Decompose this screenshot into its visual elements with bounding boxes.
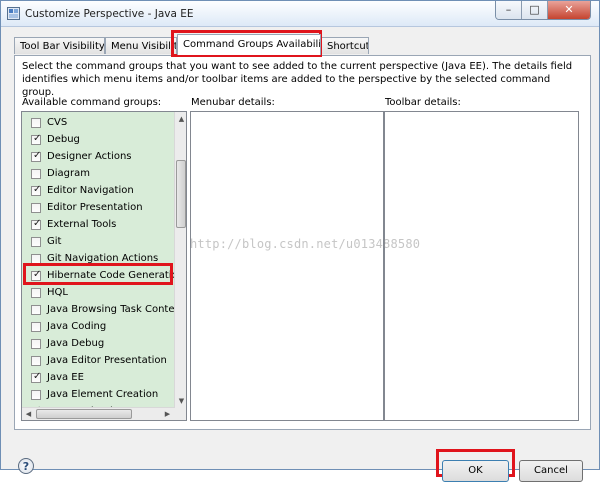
list-item[interactable]: ✓ Debug	[22, 132, 174, 149]
window-title: Customize Perspective - Java EE	[25, 8, 194, 20]
list-item-label: Editor Navigation	[47, 185, 134, 196]
list-item[interactable]: Java Coding	[22, 319, 174, 336]
help-icon[interactable]: ?	[18, 458, 34, 474]
tab-command-groups-availability[interactable]: Command Groups Availability	[177, 34, 321, 55]
vertical-scrollbar[interactable]: ▲ ▼	[174, 112, 186, 408]
list-item[interactable]: ✓ External Tools	[22, 217, 174, 234]
list-item-label: Java Editor Presentation	[47, 355, 167, 366]
checkmark-icon: ✓	[33, 133, 42, 144]
scroll-down-arrow-icon[interactable]: ▼	[175, 394, 186, 408]
list-item[interactable]: ✓ Editor Navigation	[22, 183, 174, 200]
list-item-label: Java Browsing Task Context	[47, 304, 185, 315]
list-item-label: Diagram	[47, 168, 90, 179]
checked-checkbox[interactable]: ✓	[31, 218, 42, 230]
eclipse-app-icon	[7, 7, 20, 20]
list-item[interactable]: HQL	[22, 285, 174, 302]
horizontal-scrollbar[interactable]: ◀ ▶	[22, 407, 174, 420]
unchecked-checkbox[interactable]	[31, 390, 41, 400]
list-item-label: Java EE	[47, 372, 84, 383]
scrollbar-corner	[174, 408, 186, 420]
tab-label: Shortcuts	[327, 41, 368, 52]
checkmark-icon: ✓	[33, 371, 42, 382]
list-item[interactable]: Java Element Creation	[22, 387, 174, 404]
list-item-label: Debug	[47, 134, 80, 145]
window-controls: – □ ✕	[495, 1, 591, 20]
list-item-label: External Tools	[47, 219, 117, 230]
watermark: http://blog.csdn.net/u013488580	[190, 237, 421, 251]
checked-checkbox[interactable]: ✓	[31, 150, 42, 162]
description-text: Select the command groups that you want …	[22, 61, 573, 98]
list-item-label: Java Coding	[47, 321, 107, 332]
tab-label: Tool Bar Visibility	[20, 41, 105, 52]
unchecked-checkbox[interactable]	[31, 356, 41, 366]
ok-button[interactable]: OK	[442, 460, 509, 482]
minimize-button[interactable]: –	[496, 1, 522, 19]
scroll-right-arrow-icon[interactable]: ▶	[161, 408, 174, 420]
close-icon: ✕	[564, 3, 574, 16]
customize-perspective-dialog: Customize Perspective - Java EE – □ ✕ To…	[0, 0, 600, 482]
menubar-details-pane[interactable]	[190, 111, 384, 421]
list-item[interactable]: Editor Presentation	[22, 200, 174, 217]
menubar-details-label: Menubar details:	[191, 97, 275, 108]
restore-button[interactable]: □	[522, 1, 548, 19]
unchecked-checkbox[interactable]	[31, 169, 41, 179]
tab-menu-visibility[interactable]: Menu Visibility	[105, 37, 177, 54]
list-item[interactable]: ✓ Designer Actions	[22, 149, 174, 166]
list-item[interactable]: Java Browsing Task Context	[22, 302, 184, 319]
list-item[interactable]: Git	[22, 234, 174, 251]
unchecked-checkbox[interactable]	[31, 118, 41, 128]
list-item-label: Editor Presentation	[47, 202, 143, 213]
checked-checkbox[interactable]: ✓	[31, 184, 42, 196]
toolbar-details-label: Toolbar details:	[385, 97, 461, 108]
unchecked-checkbox[interactable]	[31, 288, 41, 298]
list-item-label: Designer Actions	[47, 151, 132, 162]
list-item[interactable]: Java Editor Presentation	[22, 353, 174, 370]
tab-label: Command Groups Availability	[183, 39, 321, 50]
scroll-left-arrow-icon[interactable]: ◀	[22, 408, 35, 420]
minimize-icon: –	[505, 3, 512, 16]
checked-checkbox[interactable]: ✓	[31, 371, 42, 383]
list-item[interactable]: Java Debug	[22, 336, 174, 353]
checkmark-icon: ✓	[33, 150, 42, 161]
horizontal-scroll-thumb[interactable]	[36, 409, 132, 419]
list-item[interactable]: CVS	[22, 115, 174, 132]
available-groups-label: Available command groups:	[22, 97, 162, 108]
list-item[interactable]: ✓ Java EE	[22, 370, 174, 387]
tab-tool-bar-visibility[interactable]: Tool Bar Visibility	[14, 37, 105, 54]
close-button[interactable]: ✕	[548, 1, 590, 19]
unchecked-checkbox[interactable]	[31, 339, 41, 349]
unchecked-checkbox[interactable]	[31, 305, 41, 315]
unchecked-checkbox[interactable]	[31, 203, 41, 213]
checkmark-icon: ✓	[33, 218, 42, 229]
list-item[interactable]: Diagram	[22, 166, 174, 183]
vertical-scroll-thumb[interactable]	[176, 160, 186, 228]
unchecked-checkbox[interactable]	[31, 237, 41, 247]
restore-icon: □	[529, 3, 540, 16]
list-item-label: CVS	[47, 117, 68, 128]
toolbar-details-pane[interactable]	[384, 111, 579, 421]
checked-checkbox[interactable]: ✓	[31, 133, 42, 145]
list-item-label: Git	[47, 236, 62, 247]
cancel-button[interactable]: Cancel	[519, 460, 583, 482]
title-bar[interactable]: Customize Perspective - Java EE – □ ✕	[1, 1, 599, 27]
tab-label: Menu Visibility	[111, 41, 177, 52]
checkmark-icon: ✓	[33, 184, 42, 195]
list-item-label: HQL	[47, 287, 68, 298]
scroll-up-arrow-icon[interactable]: ▲	[175, 112, 186, 126]
unchecked-checkbox[interactable]	[31, 322, 41, 332]
highlight-item-annotation	[23, 263, 173, 285]
list-item-label: Java Debug	[47, 338, 105, 349]
list-item-label: Java Element Creation	[47, 389, 159, 400]
tab-shortcuts[interactable]: Shortcuts	[321, 37, 369, 54]
